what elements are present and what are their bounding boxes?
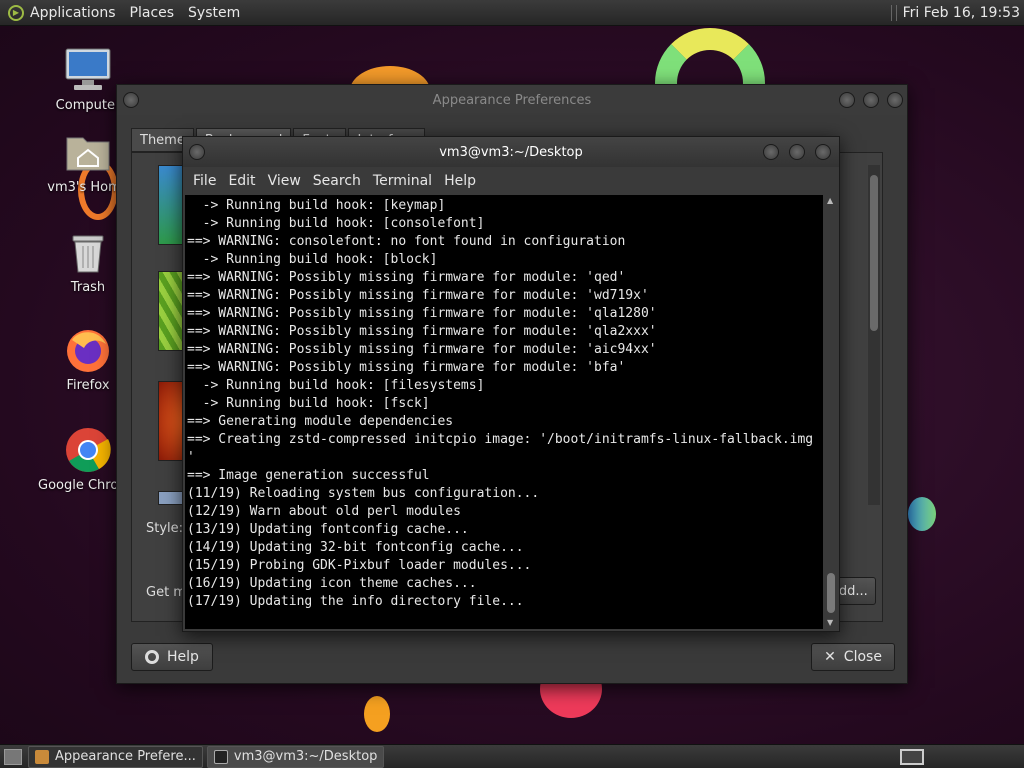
computer-icon [64,46,112,94]
terminal-line: (15/19) Probing GDK-Pixbuf loader module… [187,558,532,573]
help-label: Help [167,649,199,665]
menu-search[interactable]: Search [313,173,361,189]
close-window-button[interactable] [815,144,831,160]
terminal-output[interactable]: -> Running build hook: [keymap] -> Runni… [185,195,823,629]
menu-view[interactable]: View [268,173,301,189]
workspace-switcher-icon[interactable] [900,748,924,765]
terminal-line: ==> Image generation successful [187,468,430,483]
maximize-button[interactable] [863,92,879,108]
terminal-line: -> Running build hook: [filesystems] [187,378,485,393]
terminal-line: ==> WARNING: Possibly missing firmware f… [187,360,626,375]
terminal-menubar: File Edit View Search Terminal Help [183,167,839,195]
wallpaper-blob [364,696,390,732]
panel-separator [890,4,897,21]
appearance-app-icon [35,749,49,764]
help-button[interactable]: Help [131,643,213,671]
home-folder-icon [64,128,112,176]
terminal-line: ==> WARNING: Possibly missing firmware f… [187,306,657,321]
trash-icon [64,228,112,276]
terminal-app-icon [213,749,228,764]
terminal-line: ==> WARNING: Possibly missing firmware f… [187,288,649,303]
style-label: Style: [146,521,184,536]
menu-help[interactable]: Help [444,173,476,189]
terminal-line: ==> Creating zstd-compressed initcpio im… [187,432,814,447]
wallpaper-scrollbar[interactable] [868,165,880,505]
terminal-line: ==> Generating module dependencies [187,414,454,429]
scrollbar-thumb[interactable] [870,175,878,331]
terminal-line: ==> WARNING: Possibly missing firmware f… [187,270,626,285]
maximize-button[interactable] [789,144,805,160]
firefox-icon [64,326,112,374]
terminal-line: (16/19) Updating icon theme caches... [187,576,477,591]
close-button[interactable]: ✕ Close [811,643,895,671]
terminal-line: (14/19) Updating 32-bit fontconfig cache… [187,540,524,555]
terminal-line: -> Running build hook: [fsck] [187,396,430,411]
terminal-line: ==> WARNING: Possibly missing firmware f… [187,324,657,339]
terminal-line: -> Running build hook: [block] [187,252,438,267]
scrollbar-thumb[interactable] [827,573,835,613]
window-title: Appearance Preferences [432,92,592,108]
window-title: vm3@vm3:~/Desktop [439,144,583,160]
appearance-titlebar[interactable]: Appearance Preferences [117,85,907,115]
top-panel: ▶ Applications Places System Fri Feb 16,… [0,0,1024,26]
minimize-button[interactable] [839,92,855,108]
close-icon: ✕ [824,649,836,665]
menu-system[interactable]: System [188,5,240,21]
window-menu-button[interactable] [123,92,139,108]
taskbar-item-label: Appearance Prefere... [55,749,196,764]
terminal-line: ==> WARNING: Possibly missing firmware f… [187,342,657,357]
terminal-line: -> Running build hook: [keymap] [187,198,446,213]
terminal-line: (13/19) Updating fontconfig cache... [187,522,469,537]
terminal-line: ' [187,450,195,465]
terminal-line: (17/19) Updating the info directory file… [187,594,524,609]
taskbar-item-terminal[interactable]: vm3@vm3:~/Desktop [206,745,385,768]
minimize-button[interactable] [763,144,779,160]
close-label: Close [843,649,882,665]
get-more-label[interactable]: Get more backgrounds online [146,585,186,600]
terminal-line: ==> WARNING: consolefont: no font found … [187,234,626,249]
menu-places[interactable]: Places [130,5,175,21]
menu-applications[interactable]: Applications [30,5,116,21]
terminal-line: (11/19) Reloading system bus configurati… [187,486,540,501]
taskbar-item-appearance[interactable]: Appearance Prefere... [28,745,203,768]
chrome-icon [64,426,112,474]
scroll-up-icon[interactable]: ▲ [827,197,835,205]
menu-terminal[interactable]: Terminal [373,173,432,189]
terminal-window: vm3@vm3:~/Desktop File Edit View Search … [182,136,840,632]
window-menu-button[interactable] [189,144,205,160]
close-window-button[interactable] [887,92,903,108]
menu-file[interactable]: File [193,173,216,189]
menu-edit[interactable]: Edit [228,173,255,189]
bottom-panel: Appearance Prefere... vm3@vm3:~/Desktop [0,744,1024,768]
terminal-line: (12/19) Warn about old perl modules [187,504,461,519]
terminal-line: -> Running build hook: [consolefont] [187,216,485,231]
scroll-down-icon[interactable]: ▼ [827,619,835,627]
terminal-titlebar[interactable]: vm3@vm3:~/Desktop [183,137,839,167]
help-icon [145,650,160,664]
clock[interactable]: Fri Feb 16, 19:53 [903,5,1020,21]
distro-logo-icon[interactable]: ▶ [8,4,24,21]
wallpaper-blob [908,497,936,531]
terminal-scrollbar[interactable]: ▲ ▼ [825,195,837,629]
show-desktop-icon[interactable] [4,748,22,765]
taskbar-item-label: vm3@vm3:~/Desktop [233,749,378,764]
